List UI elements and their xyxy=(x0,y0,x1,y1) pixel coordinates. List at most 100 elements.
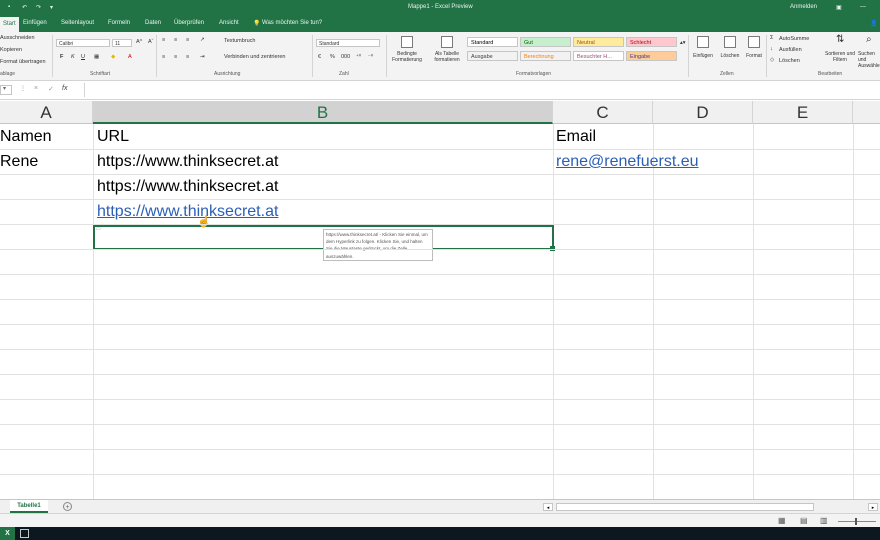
format-as-table-icon[interactable] xyxy=(441,36,453,48)
clear-icon[interactable]: ◇ xyxy=(770,57,774,63)
add-sheet-button[interactable]: + xyxy=(63,502,72,511)
sort-filter-icon[interactable]: ⇅ xyxy=(836,34,844,45)
sheet-tab-tabelle1[interactable]: Tabelle1 xyxy=(10,500,48,513)
increase-decimal-icon[interactable]: ⁺⁰ xyxy=(356,54,361,60)
tab-einfuegen[interactable]: Einfügen xyxy=(23,20,47,26)
find-select-button[interactable]: Suchen und Auswählen xyxy=(858,51,880,69)
cell-style-5[interactable]: Berechnung xyxy=(520,51,571,61)
indent-icon[interactable]: ⇥ xyxy=(200,54,205,60)
bold-button[interactable]: F xyxy=(60,54,63,60)
conditional-formatting-icon[interactable] xyxy=(401,36,413,48)
redo-icon[interactable]: ↷ xyxy=(36,4,41,11)
copy-button[interactable]: Kopieren xyxy=(0,47,22,53)
grow-font-icon[interactable]: A^ xyxy=(136,39,142,45)
align-left-icon[interactable]: ≡ xyxy=(162,54,165,60)
font-name-select[interactable]: Calibri xyxy=(56,39,110,47)
insert-cells-button[interactable]: Einfügen xyxy=(691,53,715,59)
cell-a2[interactable]: Rene xyxy=(0,153,38,171)
percent-button[interactable]: % xyxy=(330,54,335,60)
merge-center-button[interactable]: Verbinden und zentrieren xyxy=(224,54,285,60)
sort-filter-button[interactable]: Sortieren und Filtern xyxy=(822,51,858,63)
tab-start[interactable]: Start xyxy=(0,17,19,32)
autosum-icon[interactable]: Σ xyxy=(770,35,773,41)
zoom-slider-thumb[interactable] xyxy=(855,518,857,525)
cell-style-3[interactable]: Schlecht xyxy=(626,37,677,47)
font-size-select[interactable]: 11 xyxy=(112,39,132,47)
scroll-left-icon[interactable]: ◂ xyxy=(543,503,553,511)
align-top-icon[interactable]: ≡ xyxy=(162,37,165,43)
underline-button[interactable]: U xyxy=(81,54,85,60)
shrink-font-icon[interactable]: Aˇ xyxy=(148,39,154,45)
conditional-formatting-button[interactable]: Bedingte Formatierung xyxy=(389,51,425,63)
tab-ansicht[interactable]: Ansicht xyxy=(219,20,239,26)
format-as-table-button[interactable]: Als Tabelle formatieren xyxy=(428,51,466,63)
tab-ueberpruefen[interactable]: Überprüfen xyxy=(174,20,204,26)
align-middle-icon[interactable]: ≡ xyxy=(174,37,177,43)
column-header-b[interactable]: B xyxy=(93,101,553,124)
column-header-a[interactable]: A xyxy=(0,101,93,124)
column-header-d[interactable]: D xyxy=(653,101,753,124)
italic-button[interactable]: K xyxy=(71,54,75,60)
number-format-select[interactable]: Standard xyxy=(316,39,380,47)
cell-b4-link[interactable]: https://www.thinksecret.at xyxy=(97,203,278,221)
cell-style-7[interactable]: Eingabe xyxy=(626,51,677,61)
tab-formeln[interactable]: Formeln xyxy=(108,20,130,26)
autosum-button[interactable]: AutoSumme xyxy=(779,36,809,42)
fill-color-icon[interactable]: ◆ xyxy=(111,54,115,60)
cell-a1[interactable]: Namen xyxy=(0,128,52,146)
cell-style-4[interactable]: Ausgabe xyxy=(467,51,518,61)
horizontal-scrollbar[interactable] xyxy=(556,503,814,511)
align-bottom-icon[interactable]: ≡ xyxy=(186,37,189,43)
scroll-right-icon[interactable]: ▸ xyxy=(868,503,878,511)
format-cells-icon[interactable] xyxy=(748,36,760,48)
page-layout-view-icon[interactable]: ▤ xyxy=(800,516,808,525)
ribbon-display-icon[interactable]: ▣ xyxy=(836,4,842,11)
tell-me-box[interactable]: Was möchten Sie tun? xyxy=(262,20,322,26)
excel-taskbar-icon[interactable]: X xyxy=(0,527,15,540)
enter-formula-button[interactable]: ✓ xyxy=(48,85,54,93)
worksheet-grid[interactable]: A B C D E Namen URL Email Rene https://w… xyxy=(0,101,880,500)
tab-daten[interactable]: Daten xyxy=(145,20,161,26)
font-color-icon[interactable]: A xyxy=(128,54,132,60)
zoom-slider[interactable] xyxy=(838,521,876,522)
find-icon[interactable]: ⌕ xyxy=(866,34,872,45)
quick-access-dropdown-icon[interactable]: ▾ xyxy=(50,4,53,11)
cut-button[interactable]: Ausschneiden xyxy=(0,35,35,41)
user-icon[interactable]: 👤 xyxy=(870,20,877,27)
insert-function-button[interactable]: fx xyxy=(62,85,67,92)
cell-b3[interactable]: https://www.thinksecret.at xyxy=(97,178,278,196)
delete-cells-icon[interactable] xyxy=(724,36,736,48)
cell-b2[interactable]: https://www.thinksecret.at xyxy=(97,153,278,171)
styles-scroll-icon[interactable]: ▴▾ xyxy=(680,40,686,46)
format-painter-button[interactable]: Format übertragen xyxy=(0,59,46,65)
cancel-formula-button[interactable]: × xyxy=(34,85,38,92)
orientation-icon[interactable]: ↗ xyxy=(200,37,205,43)
align-center-icon[interactable]: ≡ xyxy=(174,54,177,60)
tab-seitenlayout[interactable]: Seitenlayout xyxy=(61,20,94,26)
cell-style-2[interactable]: Neutral xyxy=(573,37,624,47)
format-cells-button[interactable]: Format xyxy=(742,53,766,59)
clear-button[interactable]: Löschen xyxy=(779,58,800,64)
column-header-f[interactable] xyxy=(853,101,880,124)
insert-cells-icon[interactable] xyxy=(697,36,709,48)
cell-style-0[interactable]: Standard xyxy=(467,37,518,47)
formula-input[interactable] xyxy=(84,83,880,97)
cell-style-1[interactable]: Gut xyxy=(520,37,571,47)
currency-icon[interactable]: € xyxy=(318,54,321,60)
column-header-c[interactable]: C xyxy=(553,101,653,124)
decrease-decimal-icon[interactable]: ⁻⁰ xyxy=(368,54,373,60)
taskbar-window-icon[interactable] xyxy=(20,529,29,538)
fill-icon[interactable]: ↓ xyxy=(770,46,773,52)
cell-b1[interactable]: URL xyxy=(97,128,129,146)
border-icon[interactable]: ▦ xyxy=(94,54,99,60)
save-icon[interactable]: ▪ xyxy=(8,4,10,10)
page-break-view-icon[interactable]: ▥ xyxy=(820,516,828,525)
wrap-text-button[interactable]: Textumbruch xyxy=(224,38,256,44)
column-header-e[interactable]: E xyxy=(753,101,853,124)
undo-icon[interactable]: ↶ xyxy=(22,4,27,11)
cell-style-6[interactable]: Besuchter H... xyxy=(573,51,624,61)
thousands-button[interactable]: 000 xyxy=(341,54,350,60)
minimize-icon[interactable]: — xyxy=(860,4,866,10)
align-right-icon[interactable]: ≡ xyxy=(186,54,189,60)
cell-c2-link[interactable]: rene@renefuerst.eu xyxy=(556,153,699,171)
